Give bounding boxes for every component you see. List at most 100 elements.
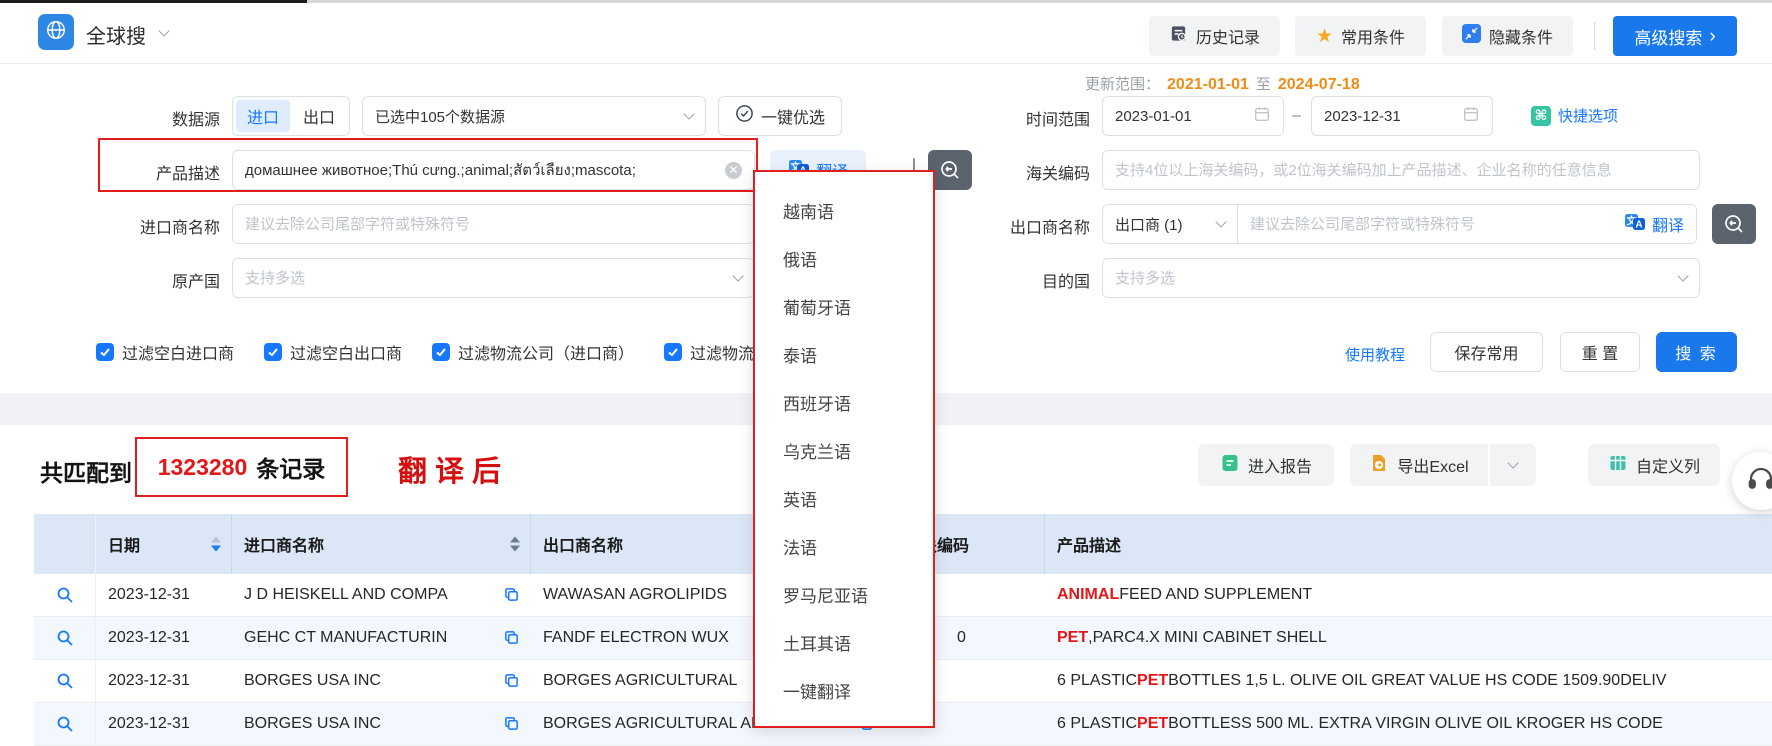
copy-icon[interactable] <box>504 587 519 607</box>
checkbox-checked-icon[interactable] <box>664 343 682 361</box>
cell-product-desc: 6 PLASTIC PET BOTTLESS 500 ML. EXTRA VIR… <box>1045 703 1772 745</box>
translate-menu-item[interactable]: 英语 <box>755 474 933 522</box>
sort-importer-icon[interactable] <box>510 537 520 552</box>
row-search-icon[interactable] <box>56 629 74 647</box>
export-options-dropdown[interactable] <box>1490 444 1536 486</box>
date-to-field[interactable]: 2023-12-31 <box>1311 96 1493 136</box>
copy-icon[interactable] <box>504 630 519 650</box>
cell-product-desc: PET,PARC4.X MINI CABINET SHELL <box>1045 617 1772 659</box>
chevron-down-icon <box>1507 457 1518 468</box>
cell-search <box>34 703 96 745</box>
exporter-input[interactable] <box>1250 216 1616 233</box>
match-count-suffix: 条记录 <box>256 450 325 484</box>
product-desc-input[interactable] <box>245 162 717 179</box>
cell-importer: BORGES USA INC <box>232 660 531 702</box>
headset-icon <box>1746 464 1772 499</box>
quick-pick-button[interactable]: 一键优选 <box>718 96 842 136</box>
translate-menu-item[interactable]: 土耳其语 <box>755 618 933 666</box>
hs-code-input[interactable] <box>1115 162 1687 179</box>
translate-menu-item[interactable]: 法语 <box>755 522 933 570</box>
translate-icon: 文A <box>1624 211 1646 238</box>
calendar-icon[interactable] <box>1253 105 1271 127</box>
date-from-field[interactable]: 2023-01-01 <box>1102 96 1284 136</box>
chevron-down-icon <box>1215 216 1226 227</box>
origin-country-field[interactable] <box>232 258 755 298</box>
dest-country-field[interactable] <box>1102 258 1700 298</box>
highlighted-keyword: PET <box>1057 629 1088 647</box>
checkbox-checked-icon[interactable] <box>432 343 450 361</box>
highlighted-keyword: ANIMAL <box>1057 586 1119 604</box>
header-cell-date[interactable]: 日期 <box>96 514 232 574</box>
history-icon <box>1169 24 1188 48</box>
copy-icon[interactable] <box>504 716 519 736</box>
importer-label: 进口商名称 <box>88 214 220 238</box>
app-title[interactable]: 全球搜 <box>86 20 146 49</box>
importer-field <box>232 204 755 244</box>
favorites-button[interactable]: ★ 常用条件 <box>1295 16 1426 56</box>
cell-date: 2023-12-31 <box>96 703 232 745</box>
row-search-icon[interactable] <box>56 715 74 733</box>
row-search-icon[interactable] <box>56 672 74 690</box>
hide-conditions-button[interactable]: 隐藏条件 <box>1442 16 1573 56</box>
table-grid-icon <box>1608 453 1628 478</box>
sort-date-icon[interactable] <box>211 537 221 552</box>
filter-checkbox[interactable]: 过滤空白进口商 <box>96 340 234 364</box>
translate-menu-item[interactable]: 泰语 <box>755 330 933 378</box>
translate-menu-item[interactable]: 乌克兰语 <box>755 426 933 474</box>
export-excel-button[interactable]: 导出Excel <box>1350 444 1488 486</box>
checkbox-checked-icon[interactable] <box>96 343 114 361</box>
svg-text:A: A <box>1635 219 1642 230</box>
tutorial-link[interactable]: 使用教程 <box>1345 344 1405 365</box>
arrow-right-icon: › <box>1709 27 1715 46</box>
origin-country-input[interactable] <box>245 270 726 287</box>
translate-menu-item[interactable]: 越南语 <box>755 186 933 234</box>
highlighted-keyword: PET <box>1137 672 1168 690</box>
match-count-number: 1323280 <box>158 454 248 481</box>
exporter-translate-button[interactable]: 文A 翻译 <box>1624 211 1684 238</box>
save-conditions-button[interactable]: 保存常用 <box>1430 332 1543 372</box>
advanced-search-button[interactable]: 高级搜索 › <box>1613 16 1737 56</box>
reset-button[interactable]: 重 置 <box>1560 332 1640 372</box>
topbar-divider <box>1594 22 1595 50</box>
tab-export[interactable]: 出口 <box>292 100 346 132</box>
header-cell-importer[interactable]: 进口商名称 <box>232 514 531 574</box>
header-cell-product-desc: 产品描述 <box>1045 514 1772 574</box>
translated-annotation: 翻译后 <box>398 448 509 490</box>
clear-icon[interactable]: ✕ <box>725 162 742 179</box>
cell-search <box>34 660 96 702</box>
app-logo <box>38 14 74 50</box>
exporter-type-select[interactable]: 出口商 (1) <box>1103 205 1238 243</box>
hs-code-label: 海关编码 <box>1010 160 1090 184</box>
filter-checkbox[interactable]: 过滤物流公司（进口商） <box>432 340 634 364</box>
command-icon: ⌘ <box>1531 106 1551 126</box>
tab-import[interactable]: 进口 <box>236 100 290 132</box>
search-button[interactable]: 搜 索 <box>1656 332 1737 372</box>
cell-search <box>34 574 96 616</box>
update-from-date: 2021-01-01 <box>1167 76 1249 94</box>
history-button[interactable]: 历史记录 <box>1149 16 1280 56</box>
filter-checkbox[interactable]: 过滤空白出口商 <box>264 340 402 364</box>
checkbox-checked-icon[interactable] <box>264 343 282 361</box>
translate-menu-item[interactable]: 葡萄牙语 <box>755 282 933 330</box>
calendar-icon[interactable] <box>1462 105 1480 127</box>
copy-icon[interactable] <box>504 673 519 693</box>
translate-menu-item[interactable]: 西班牙语 <box>755 378 933 426</box>
cell-date: 2023-12-31 <box>96 660 232 702</box>
support-headset-button[interactable] <box>1732 452 1772 510</box>
enter-report-button[interactable]: 进入报告 <box>1198 444 1334 486</box>
row-search-icon[interactable] <box>56 586 74 604</box>
dest-country-label: 目的国 <box>1010 268 1090 292</box>
synonym-search-icon[interactable] <box>1712 204 1756 244</box>
translate-menu-item[interactable]: 罗马尼亚语 <box>755 570 933 618</box>
time-range-label: 时间范围 <box>1010 106 1090 130</box>
datasource-select[interactable]: 已选中105个数据源 <box>362 96 706 136</box>
cell-importer: J D HEISKELL AND COMPA <box>232 574 531 616</box>
datasource-label: 数据源 <box>100 106 220 130</box>
translate-menu-item[interactable]: 一键翻译 <box>755 666 933 714</box>
dest-country-input[interactable] <box>1115 270 1671 287</box>
translate-menu-item[interactable]: 俄语 <box>755 234 933 282</box>
quick-options-button[interactable]: ⌘ 快捷选项 <box>1531 105 1618 126</box>
custom-columns-button[interactable]: 自定义列 <box>1588 444 1720 486</box>
cell-date: 2023-12-31 <box>96 617 232 659</box>
importer-input[interactable] <box>245 216 742 233</box>
